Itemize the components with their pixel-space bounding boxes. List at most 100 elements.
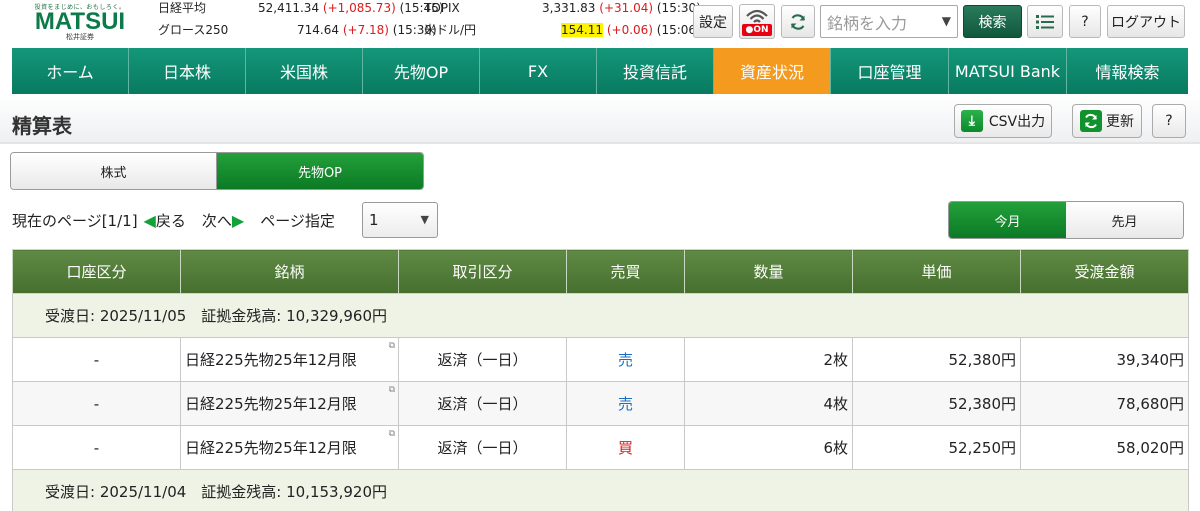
- cell-unit-price: 52,250円: [852, 425, 1021, 470]
- tab-last-month[interactable]: 先月: [1066, 202, 1183, 238]
- nav-account[interactable]: 口座管理: [831, 48, 949, 94]
- nav-fx[interactable]: FX: [480, 48, 597, 94]
- csv-export-button[interactable]: ⤓ CSV出力: [954, 104, 1052, 138]
- page-select-value: 1: [369, 211, 379, 229]
- ticker-growth-data: 714.64 (+7.18) (15:30): [297, 22, 437, 38]
- col-account-type: 口座区分: [12, 249, 181, 294]
- table-row: - 日経225先物25年12月限 ⧉ 返済（一日） 売 2枚 52,380円 39…: [12, 337, 1189, 382]
- realtime-toggle[interactable]: ●ON: [739, 4, 775, 39]
- download-icon: ⤓: [960, 110, 983, 132]
- table-header-row: 口座区分 銘柄 取引区分 売買 数量 単価 受渡金額: [12, 249, 1189, 294]
- cell-account: -: [12, 381, 181, 426]
- menu-button[interactable]: [1027, 5, 1063, 38]
- nav-matsui-bank[interactable]: MATSUI Bank: [949, 48, 1067, 94]
- cell-account: -: [12, 337, 181, 382]
- tab-futures-options[interactable]: 先物OP: [217, 153, 423, 189]
- ticker-nikkei-name: 日経平均: [158, 1, 207, 15]
- cell-trade-type: 返済（一日）: [398, 425, 567, 470]
- search-button[interactable]: 検索: [963, 5, 1022, 38]
- cell-side: 売: [566, 337, 685, 382]
- cell-side: 売: [566, 381, 685, 426]
- logo-brand: MATSUI: [34, 8, 126, 35]
- cell-side: 買: [566, 425, 685, 470]
- date-group-row: 受渡日: 2025/11/04 証拠金残高: 10,153,920円: [12, 469, 1189, 511]
- nav-us-stocks[interactable]: 米国株: [246, 48, 363, 94]
- table-row: - 日経225先物25年12月限 ⧉ 返済（一日） 売 4枚 52,380円 78…: [12, 381, 1189, 426]
- ticker-value: 714.64: [297, 23, 339, 37]
- cell-amount: 39,340円: [1020, 337, 1189, 382]
- prev-link[interactable]: 戻る: [156, 210, 186, 231]
- popup-icon[interactable]: ⧉: [389, 341, 395, 351]
- cell-quantity: 6枚: [684, 425, 853, 470]
- col-settlement-amount: 受渡金額: [1020, 249, 1189, 294]
- ticker-topix-data: 3,331.83 (+31.04) (15:30): [542, 0, 701, 16]
- next-link[interactable]: 次へ: [202, 210, 232, 231]
- cell-symbol[interactable]: 日経225先物25年12月限 ⧉: [180, 337, 399, 382]
- cell-trade-type: 返済（一日）: [398, 337, 567, 382]
- ticker-change: (+31.04): [599, 1, 654, 15]
- cell-amount: 78,680円: [1020, 381, 1189, 426]
- month-tabs: 今月 先月: [948, 201, 1184, 239]
- nav-japan-stocks[interactable]: 日本株: [129, 48, 246, 94]
- symbol-name: 日経225先物25年12月限: [185, 395, 357, 413]
- page-title: 精算表: [12, 114, 72, 138]
- cell-quantity: 2枚: [684, 337, 853, 382]
- pager: 現在のページ[1/1] ◀ 戻る 次へ ▶ ページ指定: [12, 206, 335, 234]
- cell-unit-price: 52,380円: [852, 381, 1021, 426]
- refresh-label: 更新: [1106, 114, 1134, 130]
- ticker-topix-name: TOPIX: [424, 1, 460, 15]
- on-label: ON: [753, 25, 769, 35]
- settlement-table: 口座区分 銘柄 取引区分 売買 数量 単価 受渡金額 受渡日: 2025/11/…: [12, 249, 1189, 511]
- nav-info-search[interactable]: 情報検索: [1067, 48, 1188, 94]
- col-quantity: 数量: [684, 249, 853, 294]
- tab-this-month[interactable]: 今月: [949, 202, 1066, 238]
- cell-symbol[interactable]: 日経225先物25年12月限 ⧉: [180, 381, 399, 426]
- ticker-value: 3,331.83: [542, 1, 596, 15]
- col-unit-price: 単価: [852, 249, 1021, 294]
- ticker-value: 154.11: [561, 23, 603, 37]
- page-select-label: ページ指定: [260, 211, 335, 230]
- settings-button[interactable]: 設定: [693, 5, 733, 38]
- cell-symbol[interactable]: 日経225先物25年12月限 ⧉: [180, 425, 399, 470]
- matsui-logo[interactable]: 投資をまじめに、おもしろく。 MATSUI 松井証券: [30, 2, 130, 44]
- triangle-left-icon[interactable]: ◀: [144, 211, 156, 230]
- title-bar: 精算表 ⤓ CSV出力 更新 ?: [0, 94, 1200, 144]
- page-indicator: 現在のページ[1/1]: [12, 211, 138, 230]
- list-icon: [1036, 14, 1054, 29]
- refresh-icon: [790, 13, 806, 30]
- ticker-change: (+7.18): [342, 23, 389, 37]
- ticker-change: (+0.06): [606, 23, 653, 37]
- nav-mutual-funds[interactable]: 投資信託: [597, 48, 714, 94]
- cell-account: -: [12, 425, 181, 470]
- wifi-icon: [746, 9, 768, 23]
- ticker-value: 52,411.34: [258, 1, 320, 15]
- triangle-right-icon[interactable]: ▶: [232, 211, 244, 230]
- col-symbol: 銘柄: [180, 249, 399, 294]
- symbol-name: 日経225先物25年12月限: [185, 351, 357, 369]
- nav-assets[interactable]: 資産状況: [714, 48, 831, 94]
- cell-trade-type: 返済（一日）: [398, 381, 567, 426]
- refresh-icon: [1080, 110, 1102, 132]
- refresh-button[interactable]: 更新: [1072, 104, 1142, 138]
- cell-unit-price: 52,380円: [852, 337, 1021, 382]
- col-side: 売買: [566, 249, 685, 294]
- product-tabs: 株式 先物OP: [10, 152, 424, 190]
- reload-button[interactable]: [781, 5, 815, 38]
- date-group-label: 受渡日: 2025/11/04 証拠金残高: 10,153,920円: [12, 469, 1189, 511]
- nav-futures-options[interactable]: 先物OP: [363, 48, 480, 94]
- logout-button[interactable]: ログアウト: [1107, 5, 1185, 38]
- ticker-usdjpy-data: 154.11 (+0.06) (15:06): [561, 22, 701, 38]
- tab-stocks[interactable]: 株式: [11, 153, 217, 189]
- help-button[interactable]: ?: [1069, 5, 1101, 38]
- symbol-search-select[interactable]: 銘柄を入力 ▼: [820, 5, 958, 38]
- popup-icon[interactable]: ⧉: [389, 385, 395, 395]
- chevron-down-icon: ▼: [420, 213, 429, 226]
- page-help-button[interactable]: ?: [1152, 104, 1186, 138]
- date-group-label: 受渡日: 2025/11/05 証拠金残高: 10,329,960円: [12, 293, 1189, 338]
- nav-home[interactable]: ホーム: [12, 48, 129, 94]
- chevron-down-icon: ▼: [941, 14, 951, 28]
- page-select[interactable]: 1 ▼: [362, 202, 438, 238]
- popup-icon[interactable]: ⧉: [389, 429, 395, 439]
- ticker-growth-name: グロース250: [158, 23, 229, 37]
- ticker-nikkei-data: 52,411.34 (+1,085.73) (15:45): [258, 0, 444, 16]
